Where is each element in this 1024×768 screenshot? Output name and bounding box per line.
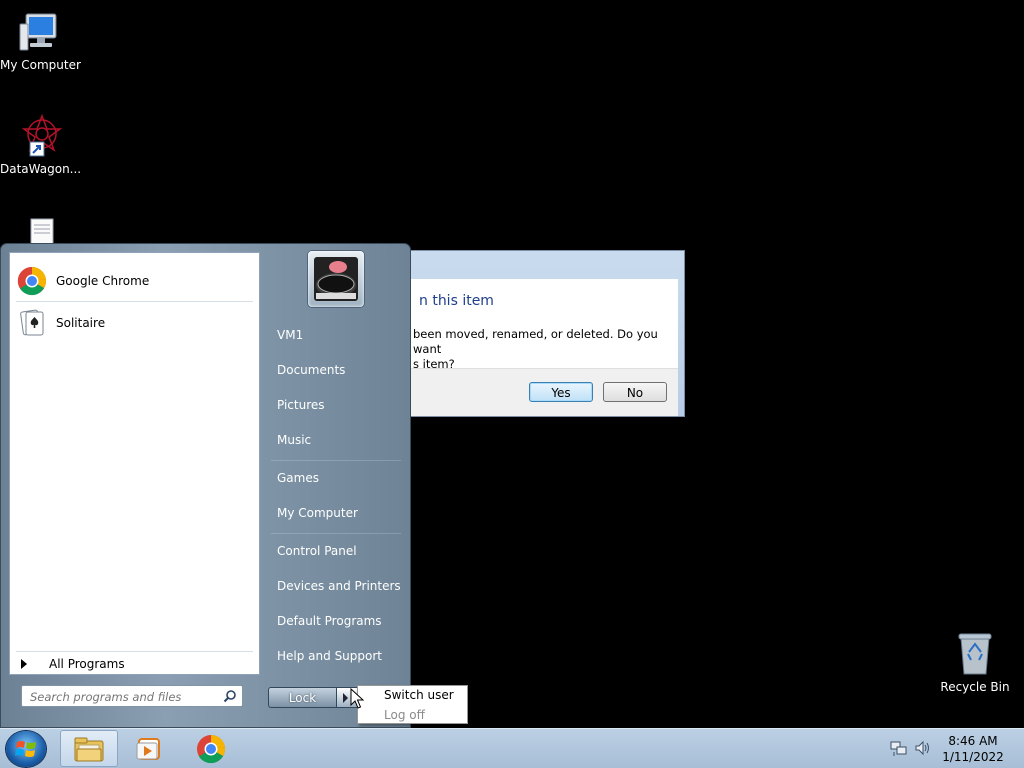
start-item-documents[interactable]: Documents xyxy=(267,355,403,385)
desktop-icon-label: My Computer xyxy=(0,58,81,72)
user-avatar[interactable] xyxy=(308,251,364,307)
computer-icon xyxy=(19,13,57,51)
start-item-default-programs[interactable]: Default Programs xyxy=(267,606,403,636)
text-file-icon xyxy=(30,218,54,246)
search-box[interactable] xyxy=(21,685,243,708)
log-off-menu-item[interactable]: Log off xyxy=(384,708,425,722)
right-arrow-icon xyxy=(21,659,27,669)
start-button[interactable] xyxy=(6,731,46,767)
user-picture-icon xyxy=(314,257,358,301)
divider xyxy=(271,533,401,534)
taskbar-media-player[interactable] xyxy=(120,730,178,767)
yes-button[interactable]: Yes xyxy=(529,382,593,402)
mouse-cursor-icon xyxy=(350,688,364,709)
problem-with-shortcut-dialog: n this item been moved, renamed, or dele… xyxy=(395,250,685,417)
switch-user-menu-item[interactable]: Switch user xyxy=(384,688,454,702)
pinned-program-chrome[interactable]: Google Chrome xyxy=(14,263,254,299)
network-icon[interactable] xyxy=(890,738,908,758)
start-menu: Google Chrome Solitaire All Programs Sea… xyxy=(0,243,411,728)
dialog-content: n this item been moved, renamed, or dele… xyxy=(396,279,678,416)
windows-logo-icon xyxy=(15,741,36,757)
power-options-submenu: Switch user Log off xyxy=(357,685,468,724)
taskbar-clock[interactable]: 8:46 AM 1/11/2022 xyxy=(934,733,1012,765)
search-icon xyxy=(223,690,236,703)
dialog-footer: Yes No xyxy=(396,368,678,416)
taskbar-chrome[interactable] xyxy=(182,730,240,767)
all-programs-label: All Programs xyxy=(49,657,125,671)
clock-time: 8:46 AM xyxy=(948,734,998,748)
divider xyxy=(271,460,401,461)
dialog-heading: n this item xyxy=(419,293,494,309)
desktop-icon-label: DataWagon... xyxy=(0,162,82,176)
windows-explorer-icon xyxy=(74,737,104,761)
program-name: Google Chrome xyxy=(56,274,150,288)
clock-date: 1/11/2022 xyxy=(942,750,1004,764)
recycle-bin-icon xyxy=(958,633,992,675)
datawagon-icon xyxy=(21,113,63,157)
start-item-my-computer[interactable]: My Computer xyxy=(267,498,403,528)
start-item-games[interactable]: Games xyxy=(267,463,403,493)
program-name: Solitaire xyxy=(56,316,106,330)
dialog-message: been moved, renamed, or deleted. Do you … xyxy=(413,327,675,372)
solitaire-icon xyxy=(16,307,48,339)
volume-icon[interactable] xyxy=(914,738,932,758)
all-programs-button[interactable]: All Programs xyxy=(18,657,125,671)
chrome-icon xyxy=(197,734,226,763)
start-item-control-panel[interactable]: Control Panel xyxy=(267,536,403,566)
taskbar-windows-explorer[interactable] xyxy=(60,730,118,767)
desktop-icon-my-computer[interactable]: My Computer xyxy=(0,8,81,72)
start-item-pictures[interactable]: Pictures xyxy=(267,390,403,420)
chevron-right-icon xyxy=(343,693,348,703)
divider xyxy=(16,301,253,302)
start-menu-programs-pane: Google Chrome Solitaire All Programs xyxy=(9,252,260,675)
dialog-message-line: been moved, renamed, or deleted. Do you … xyxy=(413,327,658,356)
start-item-user-folder[interactable]: VM1 xyxy=(267,320,403,350)
media-player-icon xyxy=(136,737,160,760)
desktop-icon-recycle-bin[interactable]: Recycle Bin xyxy=(935,630,1015,694)
start-item-help-and-support[interactable]: Help and Support xyxy=(267,641,403,671)
divider xyxy=(16,651,253,652)
no-button[interactable]: No xyxy=(603,382,667,402)
start-item-music[interactable]: Music xyxy=(267,425,403,455)
start-item-devices-and-printers[interactable]: Devices and Printers xyxy=(267,571,403,601)
chrome-icon xyxy=(16,265,48,297)
desktop-icon-label: Recycle Bin xyxy=(940,680,1010,694)
pinned-program-solitaire[interactable]: Solitaire xyxy=(14,305,254,341)
desktop-icon-datawagon[interactable]: DataWagon... xyxy=(0,112,82,176)
search-input[interactable] xyxy=(22,686,222,708)
lock-button[interactable]: Lock xyxy=(268,687,337,708)
